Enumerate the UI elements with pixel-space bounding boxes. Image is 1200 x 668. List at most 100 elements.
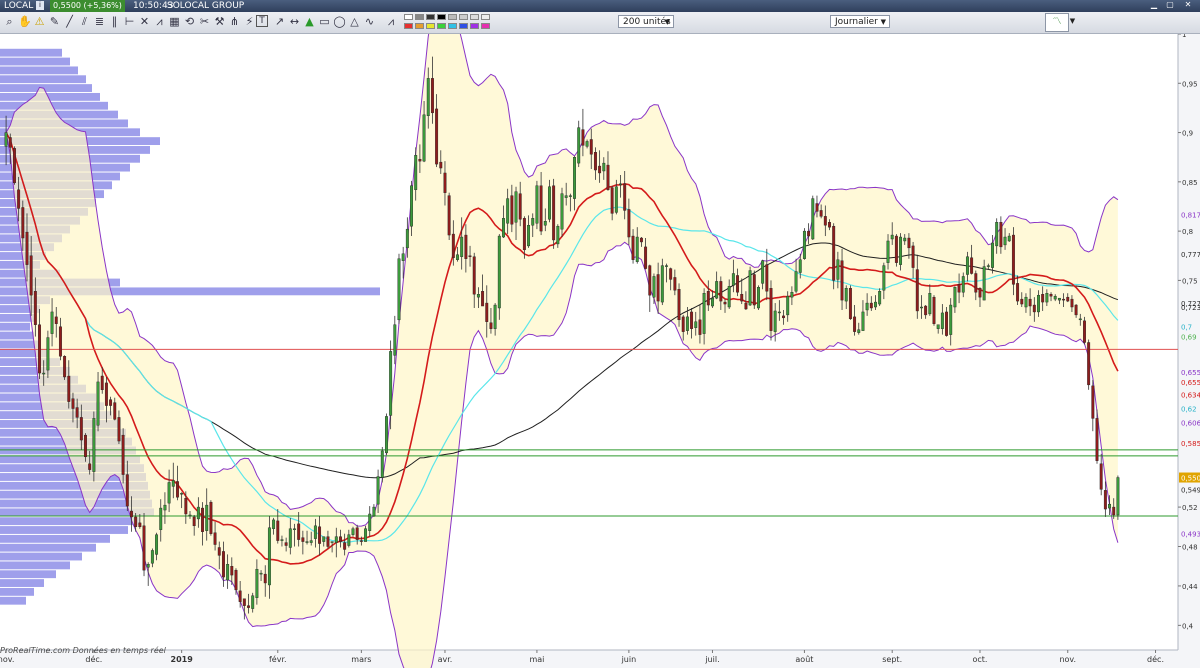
candle-body <box>276 520 280 541</box>
candle-body <box>138 522 142 528</box>
scissors-icon[interactable]: ⚒ <box>213 15 226 28</box>
color-swatch-yellow-icon[interactable] <box>426 23 435 29</box>
volume-profile-bar <box>0 561 70 570</box>
candle-body <box>176 481 179 498</box>
color-swatch-light-icon[interactable] <box>459 14 468 20</box>
color-swatch-paler-icon[interactable] <box>481 14 490 20</box>
warning-icon[interactable]: ⚠ <box>33 15 46 28</box>
price-tag: 0,62 <box>1181 406 1197 414</box>
candle-body <box>213 532 217 545</box>
candle-body <box>476 293 480 298</box>
price-tag: 0,69 <box>1181 334 1197 342</box>
maximize-icon[interactable]: ▢ <box>1164 0 1176 10</box>
triangle-icon[interactable]: △ <box>348 15 361 28</box>
grid-icon[interactable]: ▦ <box>168 15 181 28</box>
arrow-diag-icon[interactable]: ↗ <box>273 15 286 28</box>
color-swatch-black-icon[interactable] <box>437 14 446 20</box>
candle-body <box>472 256 476 295</box>
ellipse-icon[interactable]: ◯ <box>333 15 346 28</box>
candle-body <box>293 528 296 530</box>
candle-body <box>894 235 898 263</box>
line-tool-icon[interactable]: ╱ <box>63 15 76 28</box>
hand-icon[interactable]: ✋ <box>18 15 32 28</box>
color-swatch-pale-icon[interactable] <box>470 14 479 20</box>
candle-body <box>522 218 526 251</box>
chart-area[interactable]: 1 0,95 0,9 0,85 0,8 0,75 0,52 0,48 0,44 0,4 nov. d… <box>0 34 1200 668</box>
price-chart[interactable]: 1 0,95 0,9 0,85 0,8 0,75 0,52 0,48 0,44 0,4 nov. d… <box>0 34 1200 668</box>
parallel-icon[interactable]: ∥ <box>108 15 121 28</box>
chart-type-icon[interactable]: 〽 <box>1045 13 1069 32</box>
candle-body <box>848 288 852 320</box>
zigzag-line-icon[interactable]: ⩘ <box>380 15 402 28</box>
rectangle-icon[interactable]: ▭ <box>318 15 331 28</box>
candle-body <box>756 287 760 309</box>
arrow-up-icon[interactable]: ▲ <box>303 15 316 28</box>
candle-body <box>865 302 869 311</box>
units-combo[interactable]: 200 unités ▼ <box>618 15 674 28</box>
candle-body <box>953 287 957 308</box>
candle-body <box>685 316 689 331</box>
color-swatch-orange-icon[interactable] <box>415 23 424 29</box>
candle-body <box>1112 506 1116 516</box>
candle-body <box>840 260 844 301</box>
cycle-icon[interactable]: ⟲ <box>183 15 196 28</box>
candle-body <box>188 514 192 517</box>
candle-body <box>844 288 848 302</box>
wave-icon[interactable]: ∿ <box>363 15 376 28</box>
magnifier-icon[interactable]: ⌕ <box>3 15 16 28</box>
minimize-icon[interactable]: ▁ <box>1148 0 1160 10</box>
candle-body <box>920 306 923 309</box>
text-icon[interactable]: T <box>256 15 268 27</box>
candle-body <box>911 245 915 268</box>
candle-body <box>899 236 903 265</box>
candle-body <box>217 547 221 556</box>
candle-body <box>723 301 727 305</box>
channel-icon[interactable]: ⫽ <box>78 15 91 28</box>
color-swatch-grey-icon[interactable] <box>415 14 424 20</box>
color-swatch-green-icon[interactable] <box>437 23 446 29</box>
candle-body <box>125 474 129 507</box>
volume-profile-bar <box>0 75 86 84</box>
candle-body <box>339 536 342 542</box>
period-combo[interactable]: Journalier ▼ <box>830 15 890 28</box>
fibonacci-icon[interactable]: ≣ <box>93 15 106 28</box>
candle-body <box>995 222 999 247</box>
color-swatch-purple-icon[interactable] <box>470 23 479 29</box>
candle-body <box>1011 234 1015 285</box>
candle-body <box>548 186 551 220</box>
price-tag: 0,655 <box>1181 369 1200 377</box>
color-swatch-dark-icon[interactable] <box>426 14 435 20</box>
x-tick-label: juil. <box>704 655 719 664</box>
price-tag: 0,585 <box>1181 440 1200 448</box>
close-icon[interactable]: ✕ <box>1182 0 1194 10</box>
arrow-horizontal-icon[interactable]: ↔ <box>288 15 301 28</box>
candle-body <box>823 216 827 226</box>
color-swatch-silver-icon[interactable] <box>448 14 457 20</box>
units-combo-value: 200 unités <box>623 17 671 27</box>
ruler-icon[interactable]: ⊢ <box>123 15 136 28</box>
fan-icon[interactable]: ⩘ <box>153 15 166 28</box>
color-swatch-red-icon[interactable] <box>404 23 413 29</box>
candle-body <box>903 237 907 242</box>
candle-body <box>205 504 209 531</box>
info-icon[interactable]: i <box>36 1 44 10</box>
candle-body <box>1007 235 1011 242</box>
pencil-icon[interactable]: ✎ <box>48 15 61 28</box>
candle-body <box>242 598 246 606</box>
candle-body <box>150 550 154 564</box>
color-swatch-pink-icon[interactable] <box>481 23 490 29</box>
candle-body <box>284 542 288 546</box>
candle-body <box>886 240 890 263</box>
color-swatch-blue-icon[interactable] <box>459 23 468 29</box>
candle-body <box>443 172 447 193</box>
chart-type-chevron-icon[interactable]: ▼ <box>1068 15 1077 28</box>
candle-body <box>1070 298 1074 308</box>
color-swatch-white-icon[interactable] <box>404 14 413 20</box>
zigzag-icon[interactable]: ⚡ <box>243 15 256 28</box>
pitchfork-icon[interactable]: ⋔ <box>228 15 241 28</box>
cross-icon[interactable]: ✕ <box>138 15 151 28</box>
candle-body <box>715 281 719 299</box>
x-tick-label: avr. <box>438 655 453 664</box>
tools-icon[interactable]: ✂ <box>198 15 211 28</box>
color-swatch-cyan-icon[interactable] <box>448 23 457 29</box>
